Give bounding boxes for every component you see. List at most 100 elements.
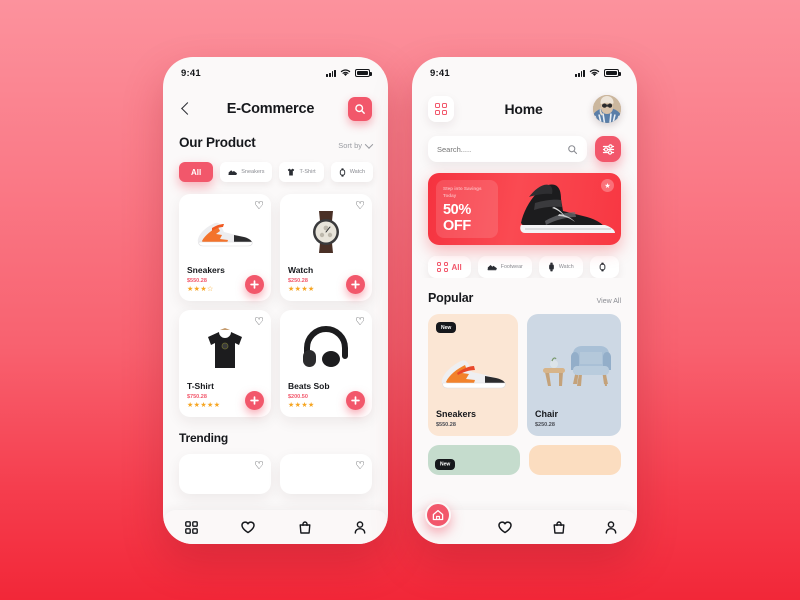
nav-grid-icon[interactable] bbox=[184, 520, 198, 534]
wifi-icon bbox=[589, 69, 600, 76]
wifi-icon bbox=[340, 69, 351, 76]
battery-icon bbox=[355, 69, 372, 77]
home-header: Home bbox=[412, 83, 637, 123]
heart-outline-icon[interactable]: ♡ bbox=[355, 201, 365, 212]
status-time: 9:41 bbox=[181, 67, 201, 79]
category-chip-row: All Sneakers T-Shirt Watch bbox=[163, 150, 388, 182]
search-field-wrapper[interactable] bbox=[428, 136, 587, 162]
watch-icon bbox=[599, 262, 606, 272]
search-button[interactable] bbox=[347, 97, 372, 121]
add-to-cart-button[interactable] bbox=[346, 391, 365, 410]
phone-mockup-home: 9:41 Home Search..... Step into Savings … bbox=[412, 57, 637, 544]
popular-card[interactable] bbox=[529, 445, 621, 475]
headphones-photo bbox=[303, 326, 348, 367]
category-chip-tshirt[interactable]: T-Shirt bbox=[279, 162, 324, 182]
trending-card[interactable]: ♡ bbox=[280, 454, 372, 494]
chip-label: Footwear bbox=[500, 264, 523, 270]
watch-filled-icon bbox=[548, 262, 554, 272]
battery-icon bbox=[604, 69, 621, 77]
search-row bbox=[412, 123, 637, 162]
trending-card[interactable]: ♡ bbox=[179, 454, 271, 494]
chip-label: Watch bbox=[349, 169, 366, 175]
popular-card[interactable]: New Sneakers $550.28 bbox=[428, 314, 518, 436]
grid-menu-button[interactable] bbox=[428, 96, 454, 122]
new-badge: New bbox=[435, 458, 456, 470]
product-card[interactable]: ♡ Watch $250.28 ★★★★ bbox=[280, 194, 372, 301]
page-title: Home bbox=[504, 101, 543, 117]
section-title: Popular bbox=[428, 291, 474, 305]
nav-heart-icon[interactable] bbox=[498, 520, 513, 534]
nav-person-icon[interactable] bbox=[605, 520, 617, 534]
product-thumbnail bbox=[436, 333, 510, 409]
promo-text-panel: Step into Savings Today 50% OFF bbox=[436, 180, 498, 238]
nav-person-icon[interactable] bbox=[354, 520, 366, 534]
heart-outline-icon[interactable]: ♡ bbox=[254, 201, 264, 212]
trending-title: Trending bbox=[179, 431, 229, 445]
add-to-cart-button[interactable] bbox=[245, 391, 264, 410]
grid-icon bbox=[437, 261, 448, 273]
page-header: E-Commerce bbox=[163, 83, 388, 121]
heart-outline-icon[interactable]: ♡ bbox=[355, 461, 365, 472]
plus-icon bbox=[250, 280, 259, 289]
view-all-link[interactable]: View All bbox=[597, 298, 621, 305]
search-input[interactable] bbox=[437, 144, 567, 154]
category-chip-sneakers[interactable]: Sneakers bbox=[220, 162, 273, 182]
home-icon bbox=[432, 510, 444, 521]
nav-home-button[interactable] bbox=[425, 502, 451, 528]
product-name: Chair bbox=[535, 409, 559, 419]
heart-outline-icon[interactable]: ♡ bbox=[254, 317, 264, 328]
watch-photo bbox=[313, 211, 339, 253]
product-price: $250.28 bbox=[535, 422, 555, 428]
category-chip-all[interactable]: All bbox=[428, 256, 471, 278]
black-sneaker-photo bbox=[520, 184, 615, 233]
trending-grid: ♡ ♡ bbox=[163, 445, 388, 494]
chevron-left-icon[interactable] bbox=[179, 102, 193, 116]
plus-icon bbox=[250, 396, 259, 405]
product-name: Sneakers bbox=[436, 409, 477, 419]
chip-label: Watch bbox=[558, 264, 574, 270]
category-chip-watch[interactable]: Watch bbox=[538, 256, 583, 278]
category-chip-footwear[interactable]: Footwear bbox=[477, 256, 532, 278]
avatar[interactable] bbox=[592, 95, 621, 123]
product-card[interactable]: ♡ Sneakers $550.28 ★★★☆ bbox=[179, 194, 271, 301]
chip-label: Sneakers bbox=[241, 169, 265, 175]
product-thumbnail bbox=[288, 206, 364, 258]
add-to-cart-button[interactable] bbox=[346, 275, 365, 294]
category-chip-watch[interactable]: Watch bbox=[330, 162, 374, 182]
search-icon bbox=[568, 144, 578, 154]
status-time: 9:41 bbox=[430, 67, 450, 79]
product-thumbnail bbox=[187, 322, 263, 374]
product-name: Watch bbox=[288, 265, 314, 275]
product-card[interactable]: ♡ T-Shirt $750.28 ★★★★★ bbox=[179, 310, 271, 417]
sneaker-icon bbox=[228, 169, 238, 175]
nav-bag-icon[interactable] bbox=[299, 520, 311, 534]
our-product-section-header: Our Product Sort by bbox=[163, 121, 388, 150]
category-chip-all[interactable]: All bbox=[179, 162, 214, 182]
product-name: Beats Sob bbox=[288, 381, 330, 391]
nav-bag-icon[interactable] bbox=[553, 520, 565, 534]
sort-by-control[interactable]: Sort by bbox=[338, 139, 374, 150]
product-grid: ♡ Sneakers $550.28 ★★★☆ ♡ Watch $250.28 … bbox=[163, 182, 388, 417]
promo-offer: 50% OFF bbox=[443, 202, 471, 234]
sort-by-label: Sort by bbox=[338, 141, 362, 150]
heart-outline-icon[interactable]: ♡ bbox=[254, 461, 264, 472]
add-to-cart-button[interactable] bbox=[245, 275, 264, 294]
popular-card[interactable]: Chair $250.28 bbox=[527, 314, 621, 436]
heart-outline-icon[interactable]: ♡ bbox=[355, 317, 365, 328]
product-thumbnail bbox=[535, 322, 613, 409]
filter-button[interactable] bbox=[595, 136, 621, 162]
product-card[interactable]: ♡ Beats Sob $200.50 ★★★★ bbox=[280, 310, 372, 417]
chevron-down-icon bbox=[364, 139, 374, 149]
sneaker-icon bbox=[487, 264, 497, 270]
plus-icon bbox=[351, 280, 360, 289]
product-thumbnail bbox=[187, 206, 263, 258]
search-icon bbox=[355, 104, 365, 114]
popular-card[interactable]: New bbox=[428, 445, 520, 475]
promo-banner[interactable]: Step into Savings Today 50% OFF ★ bbox=[428, 173, 621, 245]
nav-heart-icon[interactable] bbox=[241, 520, 256, 534]
category-chip-partial[interactable] bbox=[589, 256, 619, 278]
blue-chair-photo bbox=[543, 345, 611, 386]
product-thumbnail bbox=[288, 322, 364, 374]
sneaker-photo bbox=[197, 222, 253, 247]
chip-label: T-Shirt bbox=[299, 169, 316, 175]
